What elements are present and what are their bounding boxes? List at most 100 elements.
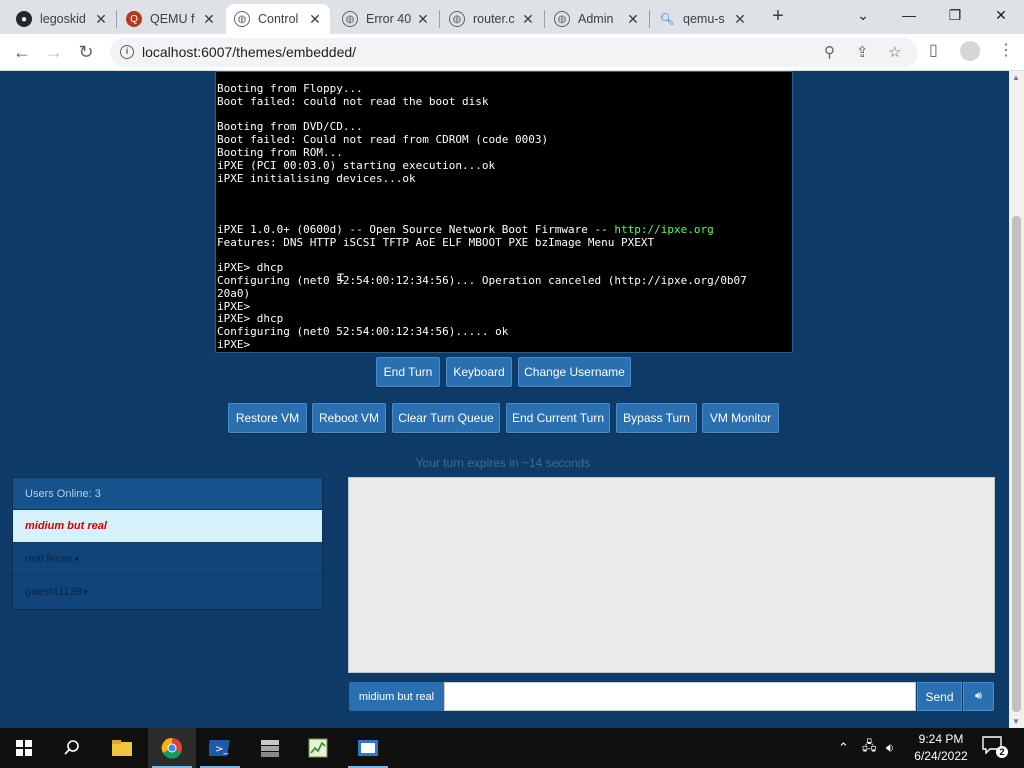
console-line: iPXE>	[217, 300, 792, 314]
close-icon[interactable]: ✕	[416, 11, 430, 28]
console-line: iPXE initialising devices...ok	[217, 171, 792, 186]
console-line-text: Booting from DVD/CD...	[217, 120, 363, 134]
browser-tab-4[interactable]: ◍ Error 40 ✕	[334, 4, 438, 34]
system-clock[interactable]: 9:24 PM 6/24/2022	[905, 731, 977, 765]
console-line-text: iPXE (PCI 00:03.0) starting execution...…	[217, 158, 496, 172]
new-tab-button[interactable]: +	[768, 6, 788, 26]
notification-count-badge: 2	[996, 746, 1008, 758]
user-list-item[interactable]: guest41139▼	[13, 576, 322, 609]
user-list-item[interactable]: real feces▼	[13, 543, 322, 576]
console-line-text: iPXE 1.0.0+ (0600d) -- Open Source Netwo…	[217, 222, 615, 236]
scrollbar-thumb[interactable]	[1012, 216, 1021, 712]
qemu-icon: Q	[126, 11, 142, 27]
close-icon[interactable]: ✕	[521, 11, 535, 28]
scroll-up-arrow-icon[interactable]: ▲	[1012, 73, 1020, 82]
url-text[interactable]: localhost:6007/themes/embedded/	[142, 44, 356, 60]
send-button[interactable]: Send	[917, 682, 962, 711]
tab-title: Admin	[578, 12, 614, 26]
change-username-button[interactable]: Change Username	[518, 357, 631, 387]
more-menu-icon[interactable]: ⋮	[998, 40, 1014, 60]
close-icon[interactable]: ✕	[733, 11, 747, 28]
tab-separator	[649, 10, 650, 28]
console-line: iPXE>	[217, 338, 792, 352]
tray-overflow-icon[interactable]: ⌃	[838, 728, 849, 768]
network-icon[interactable]: 🖧︎	[862, 728, 877, 768]
close-icon[interactable]: ✕	[202, 11, 216, 28]
windows-start-icon[interactable]	[0, 728, 48, 768]
forward-arrow-icon[interactable]: →	[42, 40, 66, 64]
powershell-icon[interactable]: >_	[196, 728, 244, 768]
end-current-turn-button[interactable]: End Current Turn	[506, 403, 610, 433]
restore-vm-button[interactable]: Restore VM	[228, 403, 307, 433]
mouse-cursor-icon: ⌶	[337, 270, 345, 284]
bookmark-star-icon[interactable]: ☆	[888, 43, 901, 61]
address-bar[interactable]: i localhost:6007/themes/embedded/ ⚲ ⇪ ☆	[110, 38, 918, 67]
browser-tab-7[interactable]: 🔍︎ qemu-s ✕	[651, 4, 755, 34]
username-label: guest41139	[25, 586, 82, 598]
zoom-icon[interactable]: ⚲	[824, 43, 835, 61]
chat-log[interactable]	[348, 477, 995, 673]
chrome-icon[interactable]	[148, 728, 196, 768]
console-line-text: iPXE> dhcp	[217, 261, 284, 275]
console-link: http://ipxe.org	[614, 222, 714, 236]
username-label: real feces	[25, 553, 73, 565]
close-icon[interactable]: ✕	[94, 11, 108, 28]
share-icon[interactable]: ⇪	[856, 43, 869, 61]
end-turn-button[interactable]: End Turn	[376, 357, 440, 387]
keyboard-button[interactable]: Keyboard	[446, 357, 512, 387]
svg-text:>_: >_	[215, 744, 229, 755]
scroll-down-arrow-icon[interactable]: ▼	[1012, 717, 1020, 726]
task-manager-icon[interactable]	[294, 728, 342, 768]
globe-icon: ◍	[342, 11, 358, 27]
tab-title: router.c	[473, 12, 515, 26]
close-icon[interactable]: ✕	[308, 11, 322, 28]
reload-icon[interactable]: ↻	[74, 40, 98, 64]
minimize-icon[interactable]: —	[886, 0, 932, 30]
console-line-text: Boot failed: Could not read from CDROM (…	[217, 133, 549, 147]
vm-monitor-button[interactable]: VM Monitor	[702, 403, 779, 433]
search-icon: 🔍︎	[659, 12, 675, 26]
search-icon[interactable]	[48, 728, 96, 768]
profile-avatar-icon[interactable]	[960, 41, 980, 61]
browser-tab-2[interactable]: Q QEMU f ✕	[118, 4, 224, 34]
sound-toggle-button[interactable]: 🔊︎	[963, 682, 994, 711]
window-close-icon[interactable]: ✕	[978, 0, 1024, 30]
console-line-text: iPXE initialising devices...ok	[217, 171, 416, 185]
dropdown-caret-icon[interactable]: ▼	[82, 588, 90, 597]
console-line-text: iPXE> dhcp	[217, 312, 284, 326]
tab-search-icon[interactable]: ⌄	[840, 0, 886, 30]
file-explorer-icon[interactable]	[98, 728, 146, 768]
user-list-item-self[interactable]: midium but real	[13, 510, 322, 543]
volume-icon[interactable]: 🔉︎	[886, 728, 894, 768]
back-arrow-icon[interactable]: ←	[10, 40, 34, 64]
browser-tab-3-active[interactable]: ◍ Control ✕	[226, 4, 330, 34]
close-icon[interactable]: ✕	[626, 11, 640, 28]
tab-title: Control	[258, 12, 299, 26]
dropdown-caret-icon[interactable]: ▼	[73, 555, 81, 564]
clear-turn-queue-button[interactable]: Clear Turn Queue	[392, 403, 500, 433]
chat-message-input[interactable]	[444, 682, 916, 711]
restore-icon[interactable]: ❐	[932, 0, 978, 30]
page-scrollbar[interactable]: ▲ ▼	[1009, 71, 1024, 728]
globe-icon: ◍	[554, 11, 570, 27]
users-online-header: Users Online: 3	[13, 478, 322, 510]
tab-title: Error 40	[366, 12, 412, 26]
bypass-turn-button[interactable]: Bypass Turn	[616, 403, 697, 433]
browser-tab-1[interactable]: ● legoskid ✕	[8, 4, 116, 34]
side-panel-icon[interactable]: ▯	[929, 40, 938, 60]
notifications-icon[interactable]: 2	[982, 736, 1008, 760]
console-line: 20a0)	[217, 287, 792, 301]
browser-tab-6[interactable]: ◍ Admin ✕	[546, 4, 648, 34]
remote-desktop-icon[interactable]	[344, 728, 392, 768]
chat-username-label: midium but real	[349, 682, 444, 711]
clock-date: 6/24/2022	[914, 749, 968, 763]
reboot-vm-button[interactable]: Reboot VM	[312, 403, 386, 433]
server-manager-icon[interactable]	[246, 728, 294, 768]
browser-tab-5[interactable]: ◍ router.c ✕	[441, 4, 543, 34]
clock-time: 9:24 PM	[918, 732, 964, 746]
globe-icon: ◍	[449, 11, 465, 27]
vm-display[interactable]: Booting from Floppy... Boot failed: could…	[215, 71, 793, 353]
site-info-icon[interactable]: i	[120, 45, 134, 59]
